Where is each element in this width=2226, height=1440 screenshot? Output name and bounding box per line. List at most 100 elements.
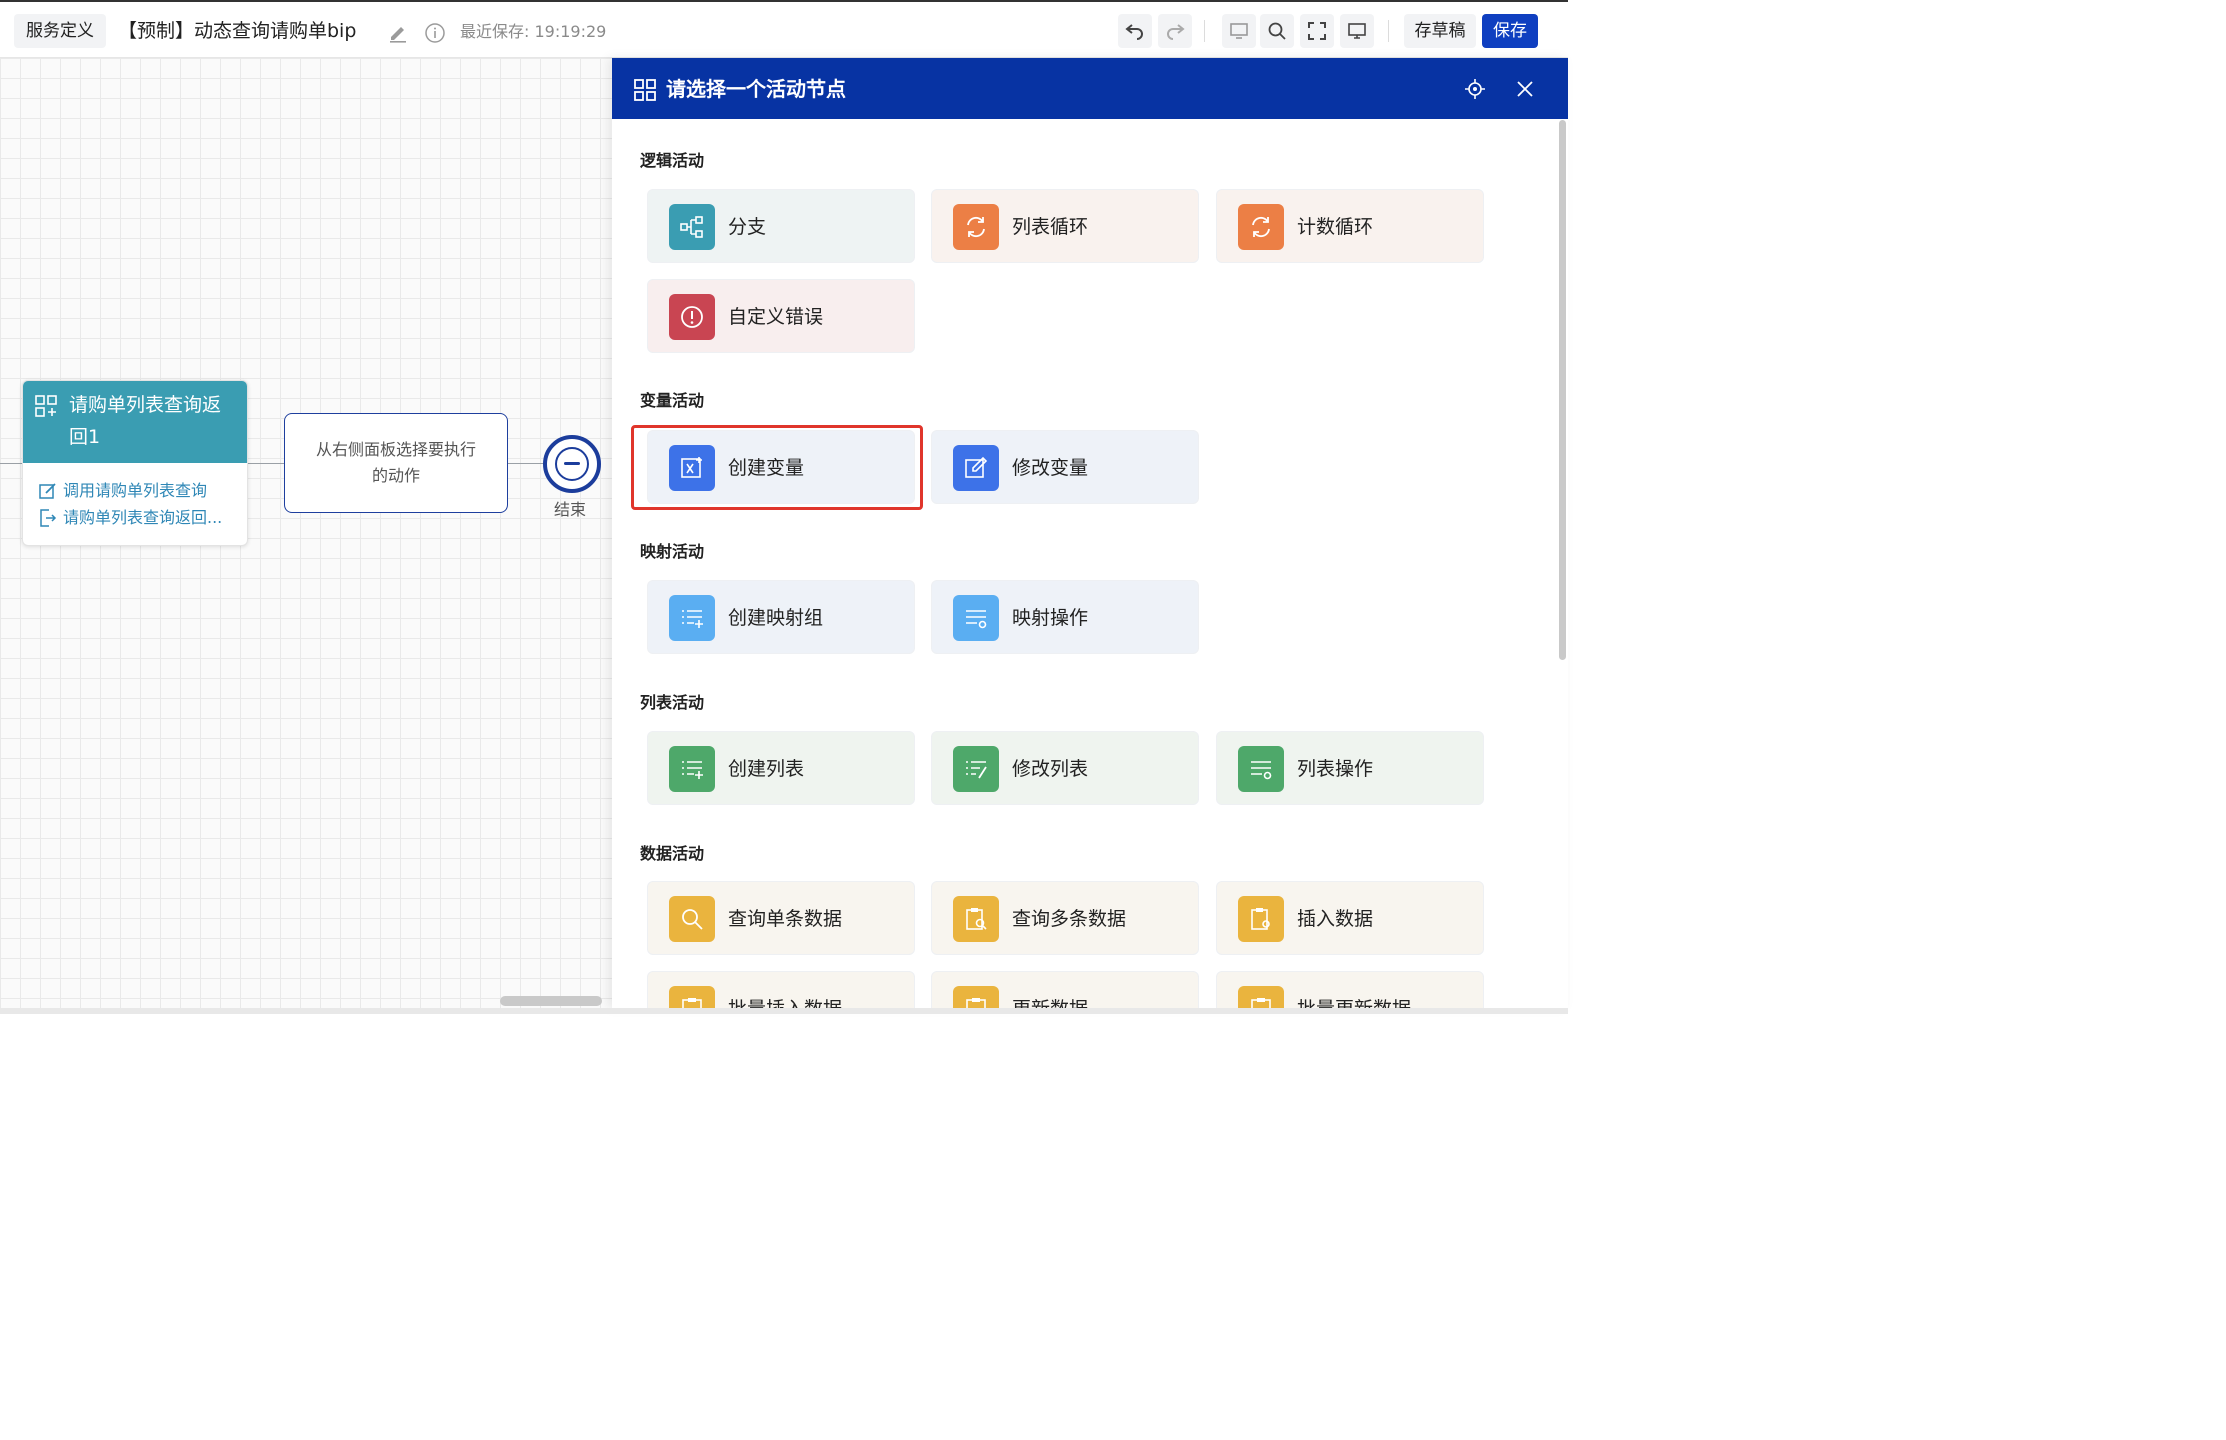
return-node-card[interactable]: 请购单列表查询返 回1 调用请购单列表查询 请购单列表查询返回... — [22, 380, 248, 546]
clipboard-gear-icon — [1238, 896, 1284, 942]
node-grid-icon — [35, 395, 57, 417]
undo-icon — [1125, 24, 1143, 40]
activity-label: 创建映射组 — [728, 607, 824, 629]
preview-button[interactable] — [1222, 14, 1256, 48]
redo-icon — [1167, 24, 1185, 40]
activity-card-create-mapping-group[interactable]: 创建映射组 — [647, 580, 915, 654]
activity-label: 自定义错误 — [728, 306, 824, 328]
activity-label: 批量更新数据 — [1297, 994, 1411, 1008]
end-node-label: 结束 — [554, 500, 587, 519]
activity-card-list-operation[interactable]: 列表操作 — [1216, 731, 1484, 805]
activity-card-batch-update[interactable]: 批量更新数据 — [1216, 971, 1484, 1008]
clipboard-icon — [669, 986, 715, 1008]
activity-label: 列表操作 — [1297, 758, 1374, 780]
activity-card-update-data[interactable]: 更新数据 — [931, 971, 1199, 1008]
activity-card-batch-insert[interactable]: 批量插入数据 — [647, 971, 915, 1008]
info-icon[interactable] — [424, 22, 446, 44]
list-gear-icon — [953, 595, 999, 641]
activity-label: 创建变量 — [728, 457, 805, 479]
grid-icon — [634, 79, 656, 101]
clipboard-icon — [953, 986, 999, 1008]
create-variable-icon — [669, 445, 715, 491]
activity-label: 插入数据 — [1297, 908, 1374, 930]
last-saved-text: 最近保存: 19:19:29 — [460, 22, 607, 41]
node-link-call-query[interactable]: 调用请购单列表查询 — [39, 479, 207, 503]
undo-button[interactable] — [1118, 14, 1152, 48]
action-placeholder-node[interactable]: 从右侧面板选择要执行的动作 — [284, 413, 508, 513]
activity-label: 列表循环 — [1012, 216, 1089, 238]
list-add-icon — [669, 746, 715, 792]
edit-title-icon[interactable] — [386, 20, 410, 44]
activity-label: 更新数据 — [1012, 994, 1088, 1008]
node-header: 请购单列表查询返 回1 — [23, 381, 247, 463]
activity-label: 创建列表 — [728, 758, 805, 780]
section-title-mapping: 映射活动 — [640, 542, 705, 561]
vertical-scrollbar[interactable] — [1559, 120, 1566, 660]
flow-canvas[interactable]: 请购单列表查询返 回1 调用请购单列表查询 请购单列表查询返回... 从右侧面板… — [0, 58, 612, 1008]
activity-card-mapping-operation[interactable]: 映射操作 — [931, 580, 1199, 654]
toolbar-divider — [1388, 20, 1389, 42]
activity-label: 查询单条数据 — [728, 908, 843, 930]
monitor-code-icon — [1230, 23, 1248, 39]
action-placeholder-text: 从右侧面板选择要执行的动作 — [315, 440, 476, 485]
activity-label: 查询多条数据 — [1012, 908, 1127, 930]
node-link-label: 请购单列表查询返回... — [63, 508, 223, 527]
fullscreen-button[interactable] — [1300, 14, 1334, 48]
page-title: 【预制】动态查询请购单bip — [118, 20, 357, 42]
branch-icon — [669, 204, 715, 250]
desktop-view-button[interactable] — [1340, 14, 1374, 48]
node-link-return[interactable]: 请购单列表查询返回... — [39, 506, 222, 530]
activity-node-panel: 请选择一个活动节点 逻辑活动 分支 列表循环 计数循环 自定义错误 变量活动 创… — [612, 58, 1568, 1008]
activity-label: 映射操作 — [1012, 607, 1089, 629]
activity-label: 批量插入数据 — [728, 994, 842, 1008]
activity-label: 修改列表 — [1012, 758, 1089, 780]
edit-icon — [953, 445, 999, 491]
node-title-line1: 请购单列表查询返 — [69, 394, 222, 416]
list-gear-icon — [1238, 746, 1284, 792]
activity-card-custom-error[interactable]: 自定义错误 — [647, 279, 915, 353]
connector-line — [0, 463, 22, 464]
end-node[interactable] — [543, 435, 601, 493]
activity-card-edit-list[interactable]: 修改列表 — [931, 731, 1199, 805]
activity-card-branch[interactable]: 分支 — [647, 189, 915, 263]
search-icon — [669, 896, 715, 942]
activity-card-create-list[interactable]: 创建列表 — [647, 731, 915, 805]
activity-card-insert-data[interactable]: 插入数据 — [1216, 881, 1484, 955]
section-title-logic: 逻辑活动 — [640, 151, 705, 170]
activity-card-query-single[interactable]: 查询单条数据 — [647, 881, 915, 955]
activity-card-list-loop[interactable]: 列表循环 — [931, 189, 1199, 263]
activity-card-create-variable[interactable]: 创建变量 — [647, 430, 915, 504]
activity-card-count-loop[interactable]: 计数循环 — [1216, 189, 1484, 263]
panel-title: 请选择一个活动节点 — [666, 77, 846, 101]
redo-button[interactable] — [1158, 14, 1192, 48]
service-definition-button[interactable]: 服务定义 — [14, 14, 106, 48]
exit-icon — [40, 509, 57, 527]
node-title-line2: 回1 — [69, 426, 101, 448]
search-icon — [1268, 22, 1286, 40]
edit-link-icon — [39, 483, 56, 499]
panel-header: 请选择一个活动节点 — [612, 58, 1568, 119]
activity-card-edit-variable[interactable]: 修改变量 — [931, 430, 1199, 504]
horizontal-scrollbar[interactable] — [500, 996, 602, 1006]
loop-icon — [1238, 204, 1284, 250]
close-icon[interactable] — [1514, 78, 1536, 100]
save-button[interactable]: 保存 — [1482, 14, 1538, 48]
top-toolbar: 服务定义 【预制】动态查询请购单bip 最近保存: 19:19:29 存草稿 保… — [0, 0, 1568, 58]
loop-icon — [953, 204, 999, 250]
section-title-data: 数据活动 — [640, 844, 705, 863]
bottom-edge — [0, 1008, 1568, 1014]
connector-line — [508, 463, 544, 464]
clipboard-search-icon — [953, 896, 999, 942]
activity-label: 分支 — [728, 216, 767, 238]
section-title-list: 列表活动 — [640, 693, 705, 712]
list-edit-icon — [953, 746, 999, 792]
clipboard-icon — [1238, 986, 1284, 1008]
search-button[interactable] — [1260, 14, 1294, 48]
monitor-icon — [1348, 23, 1366, 39]
save-draft-button[interactable]: 存草稿 — [1404, 14, 1476, 48]
activity-card-query-multiple[interactable]: 查询多条数据 — [931, 881, 1199, 955]
activity-label: 计数循环 — [1297, 216, 1374, 238]
list-add-icon — [669, 595, 715, 641]
locate-icon[interactable] — [1464, 78, 1486, 100]
activity-label: 修改变量 — [1012, 457, 1089, 479]
